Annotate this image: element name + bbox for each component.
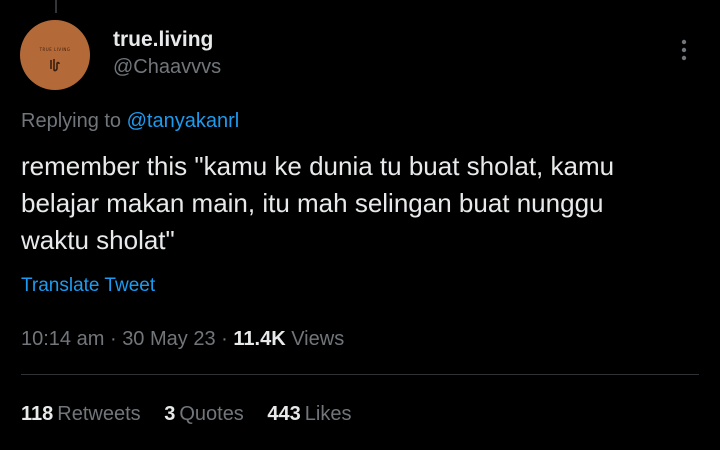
tweet-meta: 10:14 am · 30 May 23 · 11.4K Views: [21, 328, 344, 351]
tweet-text: remember this "kamu ke dunia tu buat sho…: [21, 151, 615, 255]
views-count: 11.4K: [233, 328, 286, 350]
likes-stat[interactable]: 443 Likes: [267, 403, 351, 426]
retweets-stat[interactable]: 118 Retweets: [21, 403, 141, 426]
tweet-date[interactable]: 30 May 23: [122, 328, 215, 350]
quotes-label: Quotes: [179, 403, 244, 425]
meta-separator: ·: [109, 328, 117, 350]
translate-tweet-link[interactable]: Translate Tweet: [21, 275, 155, 297]
thread-line: [55, 0, 57, 13]
tweet-stats: 118 Retweets 3 Quotes 443 Likes: [21, 403, 369, 426]
likes-count: 443: [267, 403, 301, 425]
replying-mention-link[interactable]: @tanyakanrl: [127, 110, 240, 132]
author-name[interactable]: true.living: [113, 28, 213, 52]
replying-to: Replying to @tanyakanrl: [21, 110, 239, 133]
retweets-label: Retweets: [57, 403, 141, 425]
replying-prefix: Replying to: [21, 110, 122, 132]
author-handle[interactable]: @Chaavvvs: [113, 56, 221, 79]
meta-separator: ·: [221, 328, 228, 350]
views-label: Views: [291, 328, 345, 350]
more-vertical-icon[interactable]: [672, 36, 696, 64]
likes-label: Likes: [304, 403, 352, 425]
avatar-logo-icon: [50, 59, 60, 72]
retweets-count: 118: [21, 403, 54, 425]
tweet-time[interactable]: 10:14 am: [21, 328, 104, 350]
quotes-stat[interactable]: 3 Quotes: [164, 403, 244, 426]
quotes-count: 3: [164, 403, 176, 425]
avatar[interactable]: TRUE LIVING: [20, 20, 90, 90]
divider: [21, 374, 699, 375]
avatar-logo-text: TRUE LIVING: [39, 47, 71, 52]
